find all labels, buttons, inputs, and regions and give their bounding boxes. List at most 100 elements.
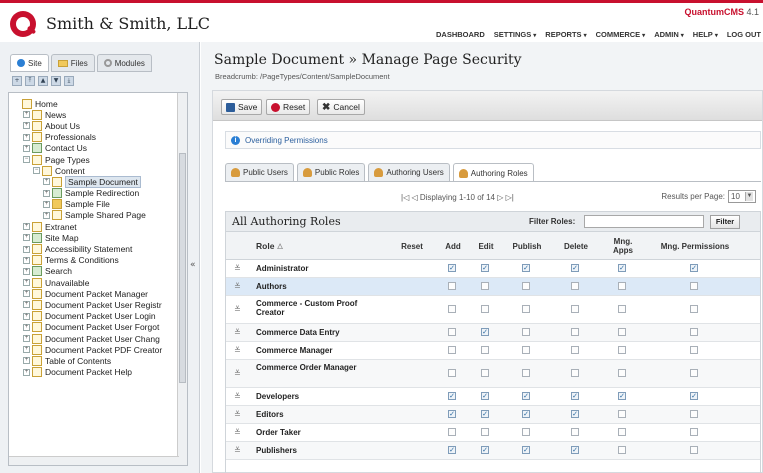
expand-node-icon[interactable]: + xyxy=(23,256,30,264)
scroll-thumb[interactable] xyxy=(179,153,186,383)
permission-checkbox[interactable]: ✓ xyxy=(481,264,489,272)
permission-checkbox[interactable] xyxy=(618,305,626,313)
sort-asc-icon[interactable]: △ xyxy=(277,242,282,251)
topnav-item-commerce[interactable]: COMMERCE ▾ xyxy=(596,30,646,39)
sidebar-tab-site[interactable]: Site xyxy=(10,54,49,72)
permission-checkbox[interactable]: ✓ xyxy=(448,446,456,454)
table-row[interactable]: ≚ Editors ✓ ✓ ✓ ✓ xyxy=(226,406,760,424)
table-row[interactable]: ≚ Commerce Manager xyxy=(226,342,760,360)
permission-checkbox[interactable] xyxy=(618,369,626,377)
permission-checkbox[interactable]: ✓ xyxy=(481,446,489,454)
tree-node[interactable]: + Sample File xyxy=(13,199,179,210)
topnav-item-dashboard[interactable]: DASHBOARD xyxy=(436,30,485,39)
tree-node[interactable]: + Sample Redirection xyxy=(13,188,179,199)
permission-checkbox[interactable] xyxy=(571,282,579,290)
save-button[interactable]: Save xyxy=(221,99,263,115)
expand-node-icon[interactable]: + xyxy=(23,290,30,298)
permission-checkbox[interactable] xyxy=(522,346,530,354)
permission-checkbox[interactable]: ✓ xyxy=(522,392,530,400)
permission-checkbox[interactable] xyxy=(618,346,626,354)
permission-checkbox[interactable] xyxy=(481,428,489,436)
topnav-item-help[interactable]: HELP ▾ xyxy=(693,30,718,39)
expand-node-icon[interactable]: + xyxy=(23,223,30,231)
chevron-down-icon[interactable]: ≚ xyxy=(234,282,241,291)
permission-checkbox[interactable] xyxy=(571,305,579,313)
permission-checkbox[interactable]: ✓ xyxy=(571,410,579,418)
tree-node[interactable]: + Site Map xyxy=(13,232,179,243)
tree-horizontal-scrollbar[interactable] xyxy=(9,456,179,465)
permission-checkbox[interactable] xyxy=(690,328,698,336)
tree-node[interactable]: + About Us xyxy=(13,120,179,131)
tree-node[interactable]: + Document Packet Manager xyxy=(13,288,179,299)
chevron-down-icon[interactable]: ≚ xyxy=(234,392,241,401)
table-row[interactable]: ≚ Commerce Data Entry ✓ xyxy=(226,324,760,342)
tab-public-roles[interactable]: Public Roles xyxy=(296,163,366,181)
chevron-down-icon[interactable]: ≚ xyxy=(234,346,241,355)
permission-checkbox[interactable] xyxy=(448,346,456,354)
permission-checkbox[interactable]: ✓ xyxy=(481,392,489,400)
expand-node-icon[interactable]: + xyxy=(23,122,30,130)
collapse-sidebar-icon[interactable]: « xyxy=(190,260,196,270)
chevron-down-icon[interactable]: ≚ xyxy=(234,328,241,337)
move-up-icon[interactable]: ▲ xyxy=(38,76,48,86)
permission-checkbox[interactable]: ✓ xyxy=(571,446,579,454)
tree-node[interactable]: − Content xyxy=(13,165,179,176)
tree-node[interactable]: + Document Packet User Forgot xyxy=(13,322,179,333)
permission-checkbox[interactable]: ✓ xyxy=(481,410,489,418)
cancel-button[interactable]: ✖ Cancel xyxy=(317,99,365,115)
tree-node[interactable]: + Accessibility Statement xyxy=(13,243,179,255)
expand-node-icon[interactable]: + xyxy=(43,189,50,197)
move-bottom-icon[interactable]: ⤓ xyxy=(64,76,74,86)
topnav-item-settings[interactable]: SETTINGS ▾ xyxy=(494,30,537,39)
table-row[interactable]: ≚ Authors xyxy=(226,278,760,296)
permission-checkbox[interactable]: ✓ xyxy=(690,392,698,400)
expand-node-icon[interactable]: + xyxy=(43,200,50,208)
permission-checkbox[interactable] xyxy=(618,428,626,436)
permission-checkbox[interactable] xyxy=(448,282,456,290)
expand-node-icon[interactable]: + xyxy=(23,111,30,119)
permission-checkbox[interactable] xyxy=(522,305,530,313)
expand-node-icon[interactable]: + xyxy=(23,133,30,141)
topnav-item-log-out[interactable]: LOG OUT xyxy=(727,30,761,39)
tree-node[interactable]: + News xyxy=(13,109,179,120)
expand-node-icon[interactable]: + xyxy=(23,234,30,242)
permission-checkbox[interactable] xyxy=(571,346,579,354)
permission-checkbox[interactable] xyxy=(522,328,530,336)
sidebar-tab-modules[interactable]: Modules xyxy=(96,54,152,72)
expand-node-icon[interactable]: + xyxy=(23,357,30,365)
tree-node[interactable]: + Contact Us xyxy=(13,143,179,154)
expand-node-icon[interactable]: + xyxy=(23,267,30,275)
permission-checkbox[interactable]: ✓ xyxy=(522,410,530,418)
expand-node-icon[interactable]: + xyxy=(23,301,30,309)
overriding-permissions-link[interactable]: i Overriding Permissions xyxy=(225,131,761,149)
table-row[interactable]: ≚ Commerce - Custom Proof Creator xyxy=(226,296,760,324)
tree-node[interactable]: + Terms & Conditions xyxy=(13,255,179,266)
expand-node-icon[interactable]: + xyxy=(23,346,30,354)
tree-node[interactable]: + Document Packet User Login xyxy=(13,311,179,322)
permission-checkbox[interactable] xyxy=(448,428,456,436)
permission-checkbox[interactable] xyxy=(522,428,530,436)
tree-node[interactable]: Home xyxy=(13,98,179,109)
tree-node[interactable]: + Document Packet User Registr xyxy=(13,299,179,310)
collapse-node-icon[interactable]: − xyxy=(23,156,30,164)
permission-checkbox[interactable] xyxy=(571,328,579,336)
column-header-role[interactable]: Role △ xyxy=(256,232,283,260)
permission-checkbox[interactable] xyxy=(618,410,626,418)
permission-checkbox[interactable] xyxy=(571,428,579,436)
filter-button[interactable]: Filter xyxy=(710,215,740,229)
permission-checkbox[interactable]: ✓ xyxy=(522,264,530,272)
topnav-item-admin[interactable]: ADMIN ▾ xyxy=(654,30,684,39)
expand-node-icon[interactable]: + xyxy=(43,211,50,219)
tree-node[interactable]: + Document Packet Help xyxy=(13,367,179,378)
permission-checkbox[interactable]: ✓ xyxy=(571,264,579,272)
permission-checkbox[interactable]: ✓ xyxy=(690,264,698,272)
permission-checkbox[interactable] xyxy=(618,282,626,290)
permission-checkbox[interactable] xyxy=(448,305,456,313)
collapse-node-icon[interactable]: − xyxy=(33,167,40,175)
permission-checkbox[interactable] xyxy=(481,346,489,354)
move-down-icon[interactable]: ▼ xyxy=(51,76,61,86)
tree-node[interactable]: + Table of Contents xyxy=(13,355,179,366)
permission-checkbox[interactable] xyxy=(481,369,489,377)
table-row[interactable]: ≚ Developers ✓ ✓ ✓ ✓ ✓ ✓ xyxy=(226,388,760,406)
tree-node[interactable]: + Sample Document xyxy=(13,175,179,188)
